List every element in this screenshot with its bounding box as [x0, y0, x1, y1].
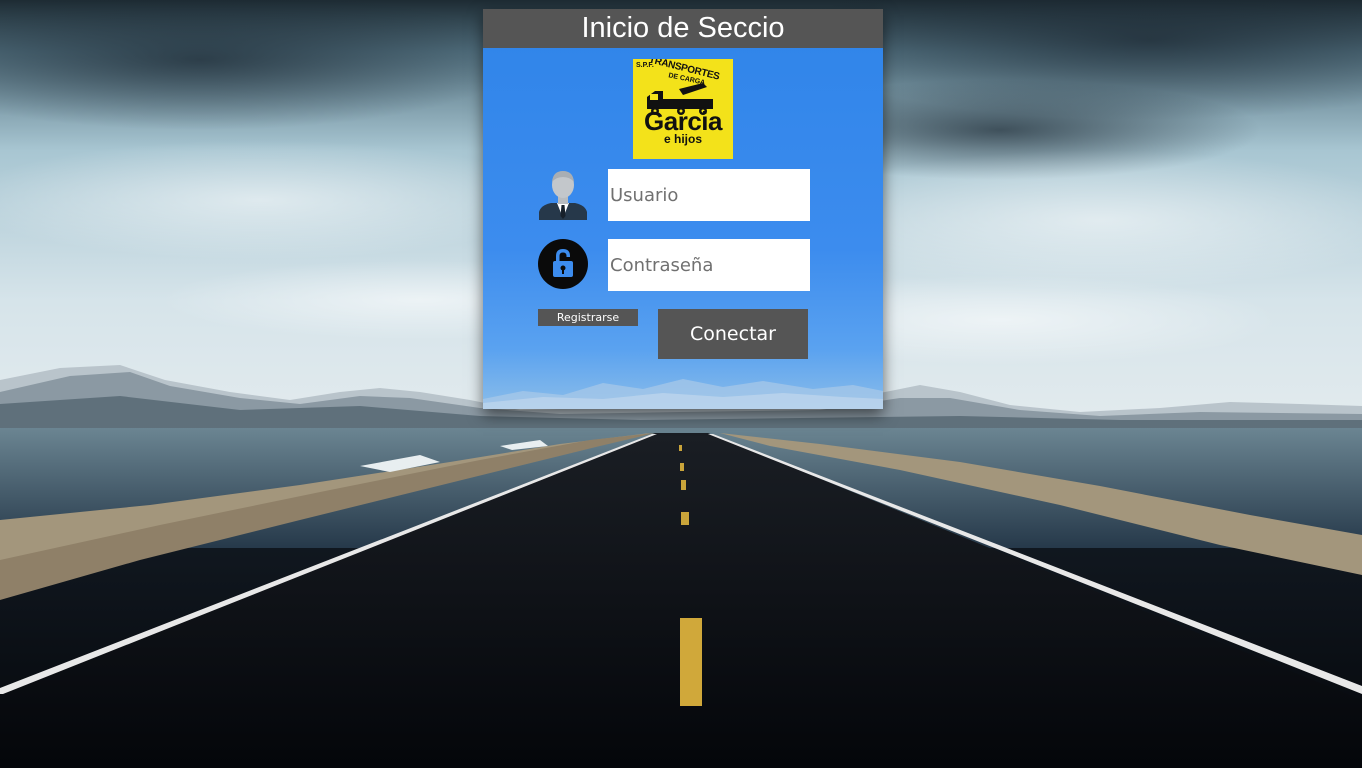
company-logo: S.P.F. TRANSPORTES DE CARGA Garcia e hij…	[633, 59, 733, 159]
register-button[interactable]: Registrarse	[538, 309, 638, 326]
login-panel: Inicio de Seccio S.P.F. TRANSPORTES DE C…	[483, 9, 883, 409]
logo-subname: e hijos	[663, 132, 702, 146]
connect-button[interactable]: Conectar	[658, 309, 808, 359]
panel-mountain-decoration	[483, 379, 883, 409]
user-icon	[537, 168, 589, 220]
username-input[interactable]	[608, 169, 810, 221]
password-input[interactable]	[608, 239, 810, 291]
background-scene: Inicio de Seccio S.P.F. TRANSPORTES DE C…	[0, 0, 1362, 768]
lock-icon	[537, 238, 589, 290]
page-title: Inicio de Seccio	[483, 9, 883, 48]
